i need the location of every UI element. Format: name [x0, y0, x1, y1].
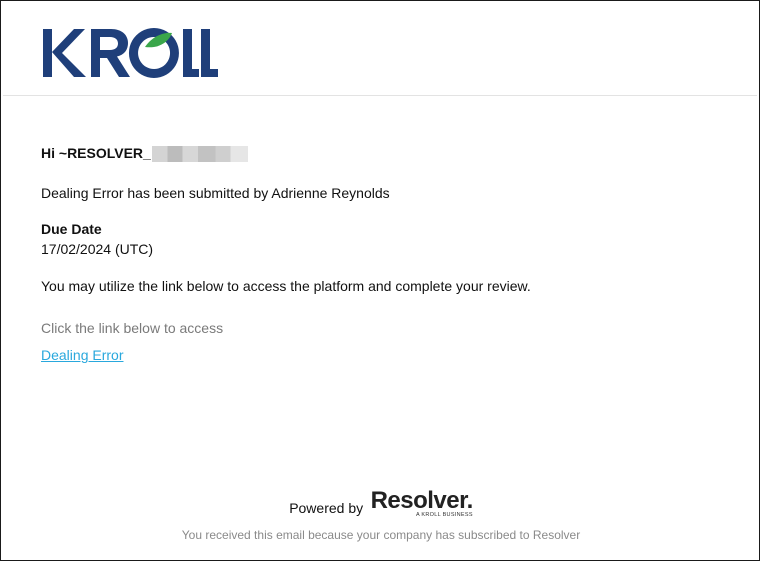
greeting-text: Hi ~RESOLVER_: [41, 145, 151, 161]
submitted-message: Dealing Error has been submitted by Adri…: [41, 185, 390, 201]
resolver-logo-word: Resolver.: [370, 487, 474, 514]
email-header: [3, 3, 757, 96]
powered-by-text: Powered by: [289, 500, 364, 516]
email-frame: Hi ~RESOLVER_ Dealing Error has been sub…: [0, 0, 760, 561]
greeting: Hi ~RESOLVER_: [41, 145, 248, 163]
due-date-value: 17/02/2024 (UTC): [41, 241, 154, 257]
due-date-label: Due Date: [41, 221, 102, 237]
powered-by-footer: Powered by Resolver. A KROLL BUSINESS: [1, 489, 761, 519]
click-instruction: Click the link below to access: [41, 320, 224, 336]
subscription-disclaimer: You received this email because your com…: [181, 528, 581, 542]
resolver-logo: Resolver. A KROLL BUSINESS: [370, 487, 474, 519]
dealing-error-link[interactable]: Dealing Error: [41, 347, 123, 363]
redacted-name: [151, 146, 248, 163]
kroll-logo: [43, 28, 218, 78]
instructions-text: You may utilize the link below to access…: [41, 278, 531, 294]
